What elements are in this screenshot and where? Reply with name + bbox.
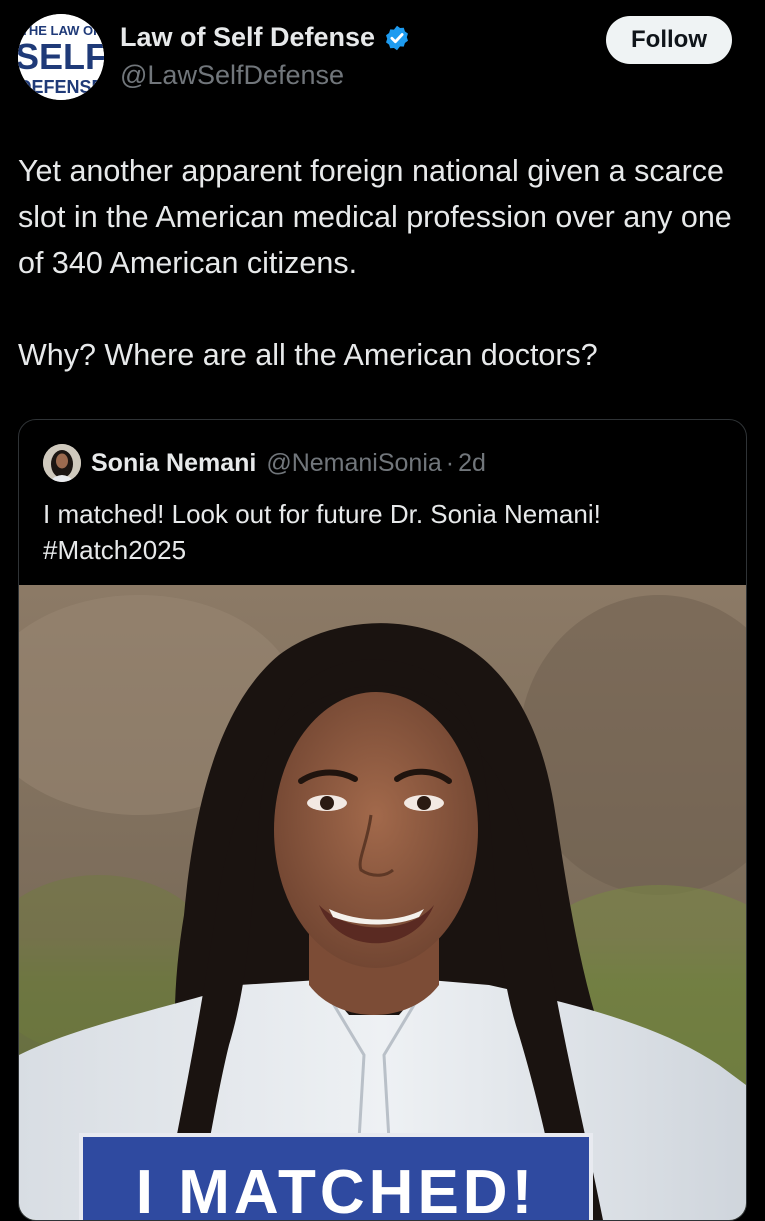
author-handle[interactable]: @LawSelfDefense — [120, 60, 344, 91]
quoted-post-header: Sonia Nemani @NemaniSonia · 2d — [43, 444, 486, 482]
quoted-post[interactable]: Sonia Nemani @NemaniSonia · 2d I matched… — [18, 419, 747, 1221]
sign-text: I MATCHED! — [136, 1158, 536, 1221]
author-name[interactable]: Law of Self Defense — [120, 22, 375, 53]
quoted-author-handle[interactable]: @NemaniSonia — [266, 449, 441, 478]
post-paragraph-2: Why? Where are all the American doctors? — [18, 338, 598, 372]
author-name-row[interactable]: Law of Self Defense — [120, 22, 411, 53]
verified-badge-icon — [383, 24, 411, 52]
follow-button[interactable]: Follow — [606, 16, 732, 64]
separator-dot: · — [445, 448, 455, 477]
author-avatar[interactable]: THE LAW OF SELF DEFENSE — [18, 14, 104, 100]
post-paragraph-1: Yet another apparent foreign national gi… — [18, 154, 732, 280]
post: THE LAW OF SELF DEFENSE Law of Self Defe… — [0, 0, 765, 1221]
quoted-post-text: I matched! Look out for future Dr. Sonia… — [43, 496, 723, 568]
logo-line-2: SELF — [18, 36, 104, 77]
self-defense-logo: THE LAW OF SELF DEFENSE — [18, 14, 104, 100]
post-text: Yet another apparent foreign national gi… — [18, 148, 738, 378]
logo-line-3: DEFENSE — [18, 77, 103, 97]
quoted-post-time[interactable]: 2d — [458, 449, 486, 478]
quoted-author-name[interactable]: Sonia Nemani — [91, 449, 256, 478]
quoted-text-hashtag[interactable]: #Match2025 — [43, 532, 723, 568]
quoted-post-photo[interactable]: I MATCHED! — [19, 585, 746, 1221]
quoted-text-line-1: I matched! Look out for future Dr. Sonia… — [43, 499, 601, 529]
quoted-author-avatar[interactable] — [43, 444, 81, 482]
